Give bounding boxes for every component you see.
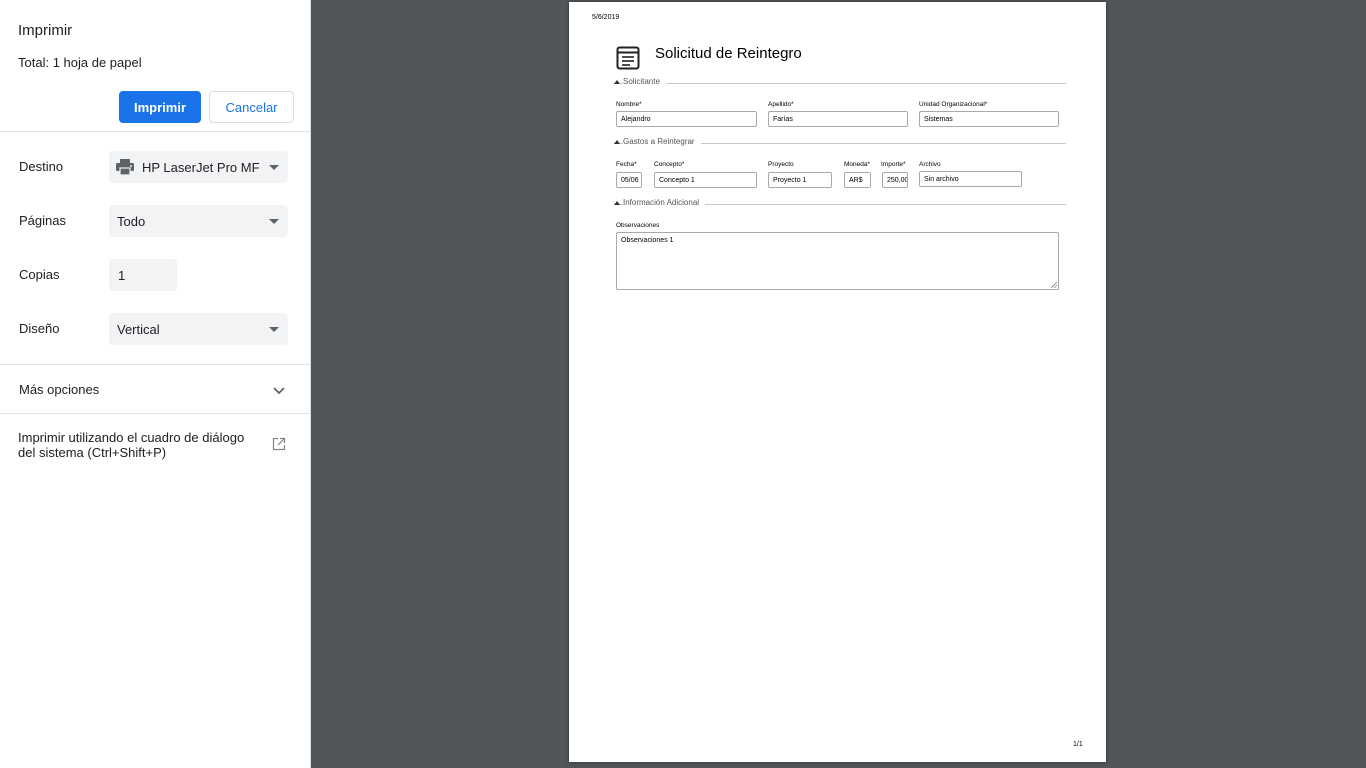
unit-label: Unidad Organizacional*	[919, 101, 988, 108]
system-dialog-link[interactable]: Imprimir utilizando el cuadro de diálogo…	[18, 430, 258, 460]
surname-label: Apellido*	[768, 101, 794, 108]
resize-handle-icon	[1050, 281, 1058, 289]
printer-icon	[116, 159, 134, 175]
divider	[0, 364, 310, 365]
caret-up-icon	[614, 80, 620, 84]
preview-page: 5/6/2019 Solicitud de Reintegro Solicita…	[569, 2, 1106, 762]
date-label: Fecha*	[616, 161, 637, 168]
caret-down-icon	[269, 218, 279, 224]
divider	[0, 131, 310, 132]
sheet-total: Total: 1 hoja de papel	[18, 55, 142, 70]
print-settings-panel: Imprimir Total: 1 hoja de papel Imprimir…	[0, 0, 311, 768]
concept-field: Concepto 1	[654, 172, 757, 188]
amount-label: Importe*	[881, 161, 906, 168]
section-title: Solicitante	[623, 77, 666, 86]
section-expenses: Gastos a Reintegrar	[614, 137, 1066, 148]
print-button[interactable]: Imprimir	[119, 91, 201, 123]
layout-label: Diseño	[19, 321, 60, 336]
destination-select[interactable]: HP LaserJet Pro MF	[109, 151, 288, 183]
currency-field: AR$	[844, 172, 871, 188]
project-field: Proyecto 1	[768, 172, 832, 188]
caret-up-icon	[614, 140, 620, 144]
file-label: Archivo	[919, 161, 941, 168]
currency-label: Moneda*	[844, 161, 871, 168]
notes-field: Observaciones 1	[616, 232, 1059, 290]
file-field: Sin archivo	[919, 171, 1022, 187]
panel-title: Imprimir	[18, 22, 73, 39]
layout-select[interactable]: Vertical	[109, 313, 288, 345]
section-applicant: Solicitante	[614, 77, 1066, 88]
destination-label: Destino	[19, 159, 64, 174]
pages-value: Todo	[117, 213, 146, 229]
copies-input[interactable]: 1	[109, 259, 177, 291]
unit-field: Sistemas	[919, 111, 1059, 127]
project-label: Proyecto	[768, 161, 794, 168]
caret-up-icon	[614, 201, 620, 205]
page-date: 5/6/2019	[592, 14, 620, 21]
section-title: Gastos a Reintegrar	[623, 137, 701, 146]
name-field: Alejandro	[616, 111, 757, 127]
notes-text: Observaciones 1	[621, 237, 674, 244]
section-additional: Información Adicional	[614, 198, 1066, 209]
total-value: 1 hoja de papel	[52, 55, 142, 70]
chevron-down-icon[interactable]	[273, 383, 285, 401]
open-in-new-icon[interactable]	[272, 437, 286, 456]
caret-down-icon	[269, 326, 279, 332]
layout-value: Vertical	[117, 321, 160, 337]
document-title: Solicitud de Reintegro	[655, 45, 802, 62]
concept-label: Concepto*	[654, 161, 685, 168]
surname-field: Farías	[768, 111, 908, 127]
pages-select[interactable]: Todo	[109, 205, 288, 237]
document-list-icon	[616, 46, 640, 75]
date-field: 05/06	[616, 172, 642, 188]
notes-label: Observaciones	[616, 222, 660, 229]
pages-label: Páginas	[19, 213, 66, 228]
cancel-button[interactable]: Cancelar	[209, 91, 294, 123]
divider	[0, 413, 310, 414]
caret-down-icon	[269, 164, 279, 170]
more-options-toggle[interactable]: Más opciones	[19, 382, 99, 397]
copies-label: Copias	[19, 267, 60, 282]
amount-field: 250,00	[882, 172, 908, 188]
section-title: Información Adicional	[623, 198, 706, 207]
destination-value: HP LaserJet Pro MF	[142, 159, 260, 175]
section-rule	[614, 83, 1066, 84]
name-label: Nombre*	[616, 101, 642, 108]
total-prefix: Total:	[18, 55, 53, 70]
page-number: 1/1	[1073, 741, 1083, 748]
